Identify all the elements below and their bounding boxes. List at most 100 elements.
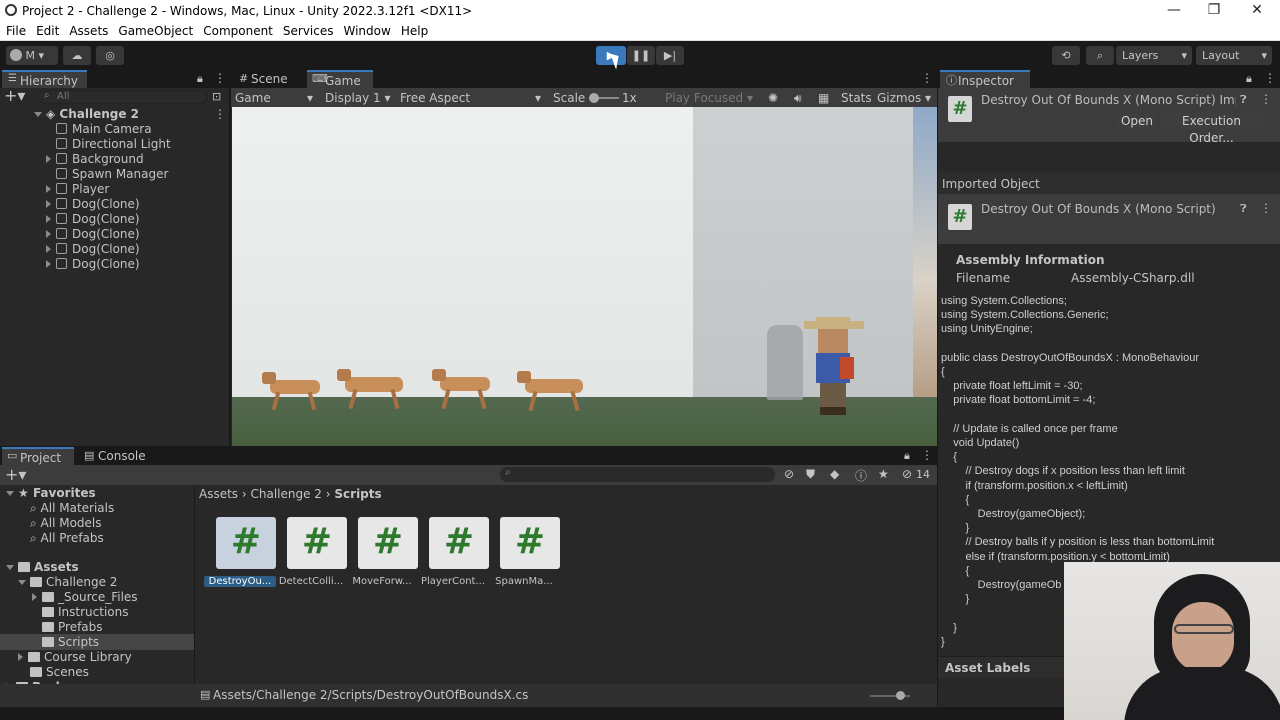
script-file-label[interactable]: PlayerCont...: [417, 576, 489, 587]
lock-icon[interactable]: 🔒︎: [1246, 72, 1252, 86]
menu-edit[interactable]: Edit: [31, 22, 64, 40]
search-button[interactable]: ⌕: [1086, 46, 1114, 65]
script-file-thumbnail[interactable]: #: [287, 517, 347, 569]
hierarchy-item[interactable]: Dog(Clone): [46, 197, 140, 212]
cloud-button[interactable]: ☁: [63, 46, 91, 65]
history-icon: ⟲: [1061, 49, 1071, 62]
breadcrumb-item[interactable]: Scripts: [334, 487, 381, 501]
folder-row[interactable]: Scenes: [30, 665, 89, 680]
undo-history-button[interactable]: ⟲: [1052, 46, 1080, 65]
display-dropdown[interactable]: Display 1 ▾: [325, 91, 391, 105]
folder-icon: [42, 592, 54, 602]
audio-mute-icon[interactable]: 🔊︎: [794, 91, 802, 106]
aspect-dropdown[interactable]: Free Aspect: [400, 91, 470, 105]
info-icon[interactable]: ⓘ: [855, 467, 867, 484]
menu-gameobject[interactable]: GameObject: [113, 22, 198, 40]
folder-row[interactable]: Instructions: [42, 605, 128, 620]
hierarchy-item[interactable]: Dog(Clone): [46, 257, 140, 272]
more-menu-icon[interactable]: ⋮: [921, 448, 933, 462]
gizmos-button[interactable]: Gizmos: [877, 91, 921, 105]
search-by-type-icon[interactable]: ⊘: [784, 467, 794, 481]
add-button[interactable]: +▾: [4, 88, 28, 105]
hidden-packages-icon[interactable]: ⊘: [902, 467, 912, 481]
menu-assets[interactable]: Assets: [64, 22, 113, 40]
more-menu-icon[interactable]: ⋮: [1260, 201, 1272, 215]
minimize-button[interactable]: —: [1164, 2, 1184, 18]
menu-file[interactable]: File: [0, 22, 31, 40]
play-focused-dropdown[interactable]: Play Focused ▾: [665, 91, 753, 105]
filter-icon[interactable]: ⛊: [806, 467, 815, 482]
folder-row[interactable]: Challenge 2: [18, 575, 117, 590]
favorites-row[interactable]: ★ Favorites: [6, 486, 96, 501]
scale-slider-handle[interactable]: [589, 93, 599, 103]
stats-button[interactable]: Stats: [841, 91, 872, 105]
layout-dropdown[interactable]: Layout ▾: [1196, 46, 1272, 65]
script-file-thumbnail[interactable]: #: [429, 517, 489, 569]
favorite-item[interactable]: ⌕ All Prefabs: [30, 531, 104, 546]
hierarchy-item[interactable]: Dog(Clone): [46, 212, 140, 227]
game-mode-dropdown[interactable]: Game: [235, 91, 271, 105]
more-menu-icon[interactable]: ⋮: [214, 107, 226, 121]
lock-icon[interactable]: 🔒︎: [904, 449, 910, 463]
script-file-thumbnail[interactable]: #: [500, 517, 560, 569]
icon-size-slider-handle[interactable]: [896, 691, 905, 700]
more-menu-icon[interactable]: ⋮: [214, 71, 226, 85]
folder-row[interactable]: Prefabs: [42, 620, 103, 635]
breadcrumb-item[interactable]: Assets: [199, 487, 238, 501]
menu-window[interactable]: Window: [339, 22, 396, 40]
help-icon[interactable]: ❓︎: [1240, 93, 1247, 107]
hierarchy-item[interactable]: Directional Light: [56, 137, 171, 152]
expand-icon: [46, 260, 51, 268]
label-icon[interactable]: ◆: [830, 467, 839, 481]
lock-icon[interactable]: 🔒︎: [197, 72, 203, 86]
favorite-item[interactable]: ⌕ All Materials: [30, 501, 114, 516]
favorite-star-icon[interactable]: ★: [878, 467, 889, 481]
hierarchy-scene-row[interactable]: ◈ Challenge 2: [34, 107, 139, 122]
menu-component[interactable]: Component: [198, 22, 278, 40]
execution-order-button[interactable]: Execution Order...: [1160, 113, 1263, 145]
folder-row[interactable]: Course Library: [18, 650, 132, 665]
keyboard-icon[interactable]: ▦: [818, 91, 829, 105]
hierarchy-item[interactable]: Player: [46, 182, 109, 197]
game-view-toolbar: Game ▾ Display 1 ▾ Free Aspect ▾ Scale 1…: [231, 88, 937, 107]
create-button[interactable]: +▾: [5, 465, 26, 484]
more-menu-icon[interactable]: ⋮: [1264, 71, 1276, 85]
project-search-input[interactable]: [500, 467, 775, 482]
script-file-thumbnail[interactable]: #: [216, 517, 276, 569]
breadcrumb-item[interactable]: Challenge 2: [251, 487, 322, 501]
more-menu-icon[interactable]: ⋮: [1260, 92, 1272, 106]
help-icon[interactable]: ❓︎: [1240, 202, 1247, 216]
script-file-label[interactable]: SpawnMa...: [488, 576, 560, 587]
close-button[interactable]: ✕: [1247, 2, 1267, 18]
menu-services[interactable]: Services: [278, 22, 339, 40]
menu-help[interactable]: Help: [396, 22, 433, 40]
bug-icon[interactable]: ✺: [768, 91, 778, 105]
favorite-item[interactable]: ⌕ All Models: [30, 516, 102, 531]
scene-visibility-icon[interactable]: ⊡: [212, 90, 221, 103]
script-file-label[interactable]: MoveForw...: [346, 576, 418, 587]
restore-button[interactable]: ❐: [1204, 2, 1224, 18]
game-viewport[interactable]: [232, 107, 937, 446]
layers-dropdown[interactable]: Layers ▾: [1116, 46, 1192, 65]
open-button[interactable]: Open: [1118, 113, 1156, 130]
tab-label: Game: [325, 74, 361, 88]
script-file-label[interactable]: DestroyOu...: [204, 576, 276, 587]
pause-button[interactable]: ❚❚: [627, 46, 655, 65]
account-button[interactable]: M ▾: [6, 46, 58, 65]
hierarchy-item[interactable]: Background: [46, 152, 144, 167]
folder-row-selected[interactable]: Scripts: [42, 635, 99, 650]
script-file-thumbnail[interactable]: #: [358, 517, 418, 569]
script-file-label[interactable]: DetectColli...: [275, 576, 347, 587]
step-button[interactable]: ▶|: [656, 46, 684, 65]
imported-object-title: Destroy Out Of Bounds X (Mono Script): [981, 202, 1216, 216]
collab-button[interactable]: ◎: [96, 46, 124, 65]
hierarchy-item[interactable]: Dog(Clone): [46, 242, 140, 257]
more-menu-icon[interactable]: ⋮: [921, 71, 933, 85]
hierarchy-item[interactable]: Spawn Manager: [56, 167, 168, 182]
hierarchy-item[interactable]: Dog(Clone): [46, 227, 140, 242]
assets-row[interactable]: Assets: [6, 560, 79, 575]
presenter-body: [1124, 667, 1280, 720]
hierarchy-search-input[interactable]: All: [38, 90, 208, 104]
folder-row[interactable]: _Source_Files: [32, 590, 138, 605]
hierarchy-item[interactable]: Main Camera: [56, 122, 152, 137]
